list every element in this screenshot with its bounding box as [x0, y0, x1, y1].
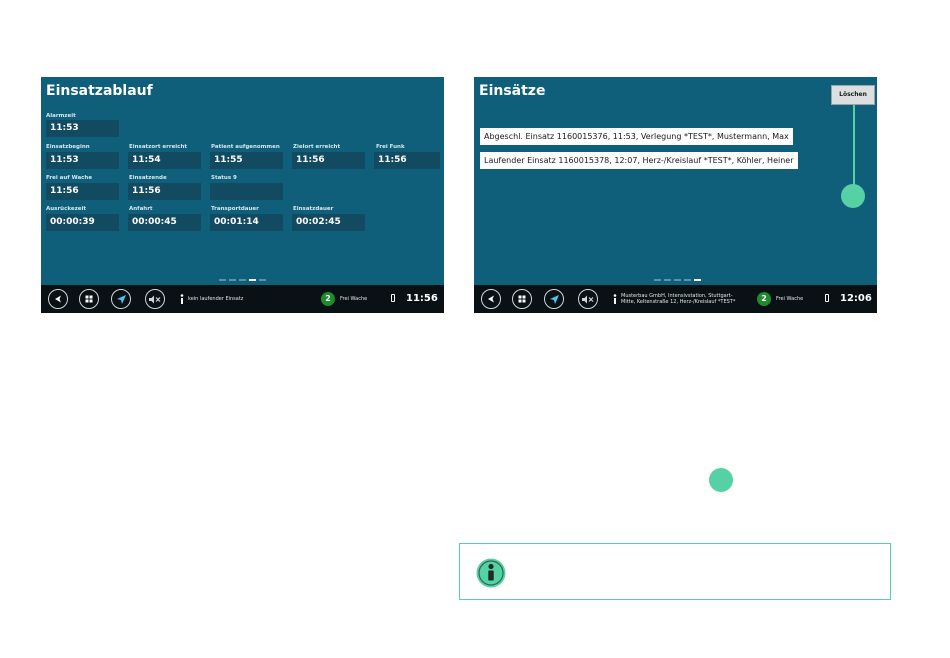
status-text: Frei Wache [340, 296, 368, 302]
navigation-arrow-icon [549, 294, 559, 304]
clock: 11:56 [406, 293, 438, 304]
label-einsatzort-erreicht: Einsatzort erreicht [129, 144, 187, 150]
page-dot [239, 279, 246, 281]
navigation-button[interactable] [111, 289, 131, 309]
page-dot [664, 279, 671, 281]
label-frei-auf-wache: Frei auf Wache [46, 175, 93, 181]
label-einsatzbeginn: Einsatzbeginn [46, 144, 90, 150]
label-anfahrt: Anfahrt [129, 206, 153, 212]
apps-grid-icon [85, 295, 93, 303]
status-badge[interactable]: 2 [321, 292, 335, 306]
apps-grid-icon [518, 295, 526, 303]
mute-button[interactable] [145, 289, 165, 309]
label-frei-funk: Frei Funk [376, 144, 405, 150]
value-alarmzeit: 11:53 [46, 120, 119, 137]
info-icon [476, 558, 506, 588]
mission-address-line2: Mitte, Keltenstraße 12, Herz-/Kreislauf … [621, 299, 736, 305]
navigation-arrow-icon [116, 294, 126, 304]
apps-button[interactable] [79, 289, 99, 309]
page-dot-active [249, 279, 256, 281]
value-frei-funk: 11:56 [374, 152, 440, 169]
value-transportdauer: 00:01:14 [210, 214, 283, 231]
value-ausrueckezeit: 00:00:39 [46, 214, 119, 231]
battery-icon [825, 294, 829, 302]
callout-marker [709, 468, 733, 492]
screen-einsatzablauf: Einsatzablauf Alarmzeit 11:53 Einsatzbeg… [41, 77, 444, 313]
back-button[interactable] [48, 289, 68, 309]
value-zielort-erreicht: 11:56 [292, 152, 365, 169]
value-einsatzort-erreicht: 11:54 [128, 152, 201, 169]
value-frei-auf-wache: 11:56 [46, 183, 119, 200]
label-status9: Status 9 [211, 175, 237, 181]
screen-einsaetze: Einsätze Löschen Abgeschl. Einsatz 11600… [474, 77, 877, 313]
page-indicator[interactable] [219, 279, 266, 281]
mission-list-item[interactable]: Abgeschl. Einsatz 1160015376, 11:53, Ver… [480, 128, 793, 145]
label-einsatzende: Einsatzende [129, 175, 167, 181]
mute-button[interactable] [578, 289, 598, 309]
mute-icon [582, 295, 594, 303]
page-indicator[interactable] [654, 279, 701, 281]
page-dot [259, 279, 266, 281]
status-bar: Musterbau GmbH, Intensivstation, Stuttga… [474, 285, 877, 313]
mission-status-text: kein laufender Einsatz [188, 296, 244, 302]
navigation-button[interactable] [544, 289, 564, 309]
value-anfahrt: 00:00:45 [128, 214, 201, 231]
battery-icon [391, 294, 395, 302]
page-dot-active [694, 279, 701, 281]
page-dot [684, 279, 691, 281]
mute-icon [149, 295, 161, 303]
value-einsatzende: 11:56 [128, 183, 201, 200]
info-note-box [459, 543, 891, 600]
callout-marker [841, 184, 865, 208]
value-status9 [210, 183, 283, 200]
label-patient-aufgenommen: Patient aufgenommen [211, 144, 280, 150]
page-dot [229, 279, 236, 281]
page-dot [219, 279, 226, 281]
status-badge[interactable]: 2 [757, 292, 771, 306]
info-icon [180, 294, 184, 304]
label-ausrueckezeit: Ausrückezeit [46, 206, 87, 212]
back-icon [488, 295, 494, 303]
label-transportdauer: Transportdauer [211, 206, 259, 212]
delete-button[interactable]: Löschen [831, 85, 875, 105]
status-text: Frei Wache [776, 296, 804, 302]
status-bar: kein laufender Einsatz 2 Frei Wache 11:5… [41, 285, 444, 313]
info-icon [613, 294, 617, 304]
page-dot [674, 279, 681, 281]
value-einsatzdauer: 00:02:45 [292, 214, 365, 231]
back-icon [55, 295, 61, 303]
value-einsatzbeginn: 11:53 [46, 152, 119, 169]
mission-list-item[interactable]: Laufender Einsatz 1160015378, 12:07, Her… [480, 152, 798, 169]
label-zielort-erreicht: Zielort erreicht [293, 144, 341, 150]
apps-button[interactable] [512, 289, 532, 309]
page-dot [654, 279, 661, 281]
label-alarmzeit: Alarmzeit [46, 113, 76, 119]
callout-line [853, 105, 855, 185]
value-patient-aufgenommen: 11:55 [210, 152, 283, 169]
clock: 12:06 [840, 293, 872, 304]
back-button[interactable] [481, 289, 501, 309]
label-einsatzdauer: Einsatzdauer [293, 206, 334, 212]
page-title: Einsatzablauf [46, 83, 153, 99]
page-title: Einsätze [479, 83, 546, 99]
